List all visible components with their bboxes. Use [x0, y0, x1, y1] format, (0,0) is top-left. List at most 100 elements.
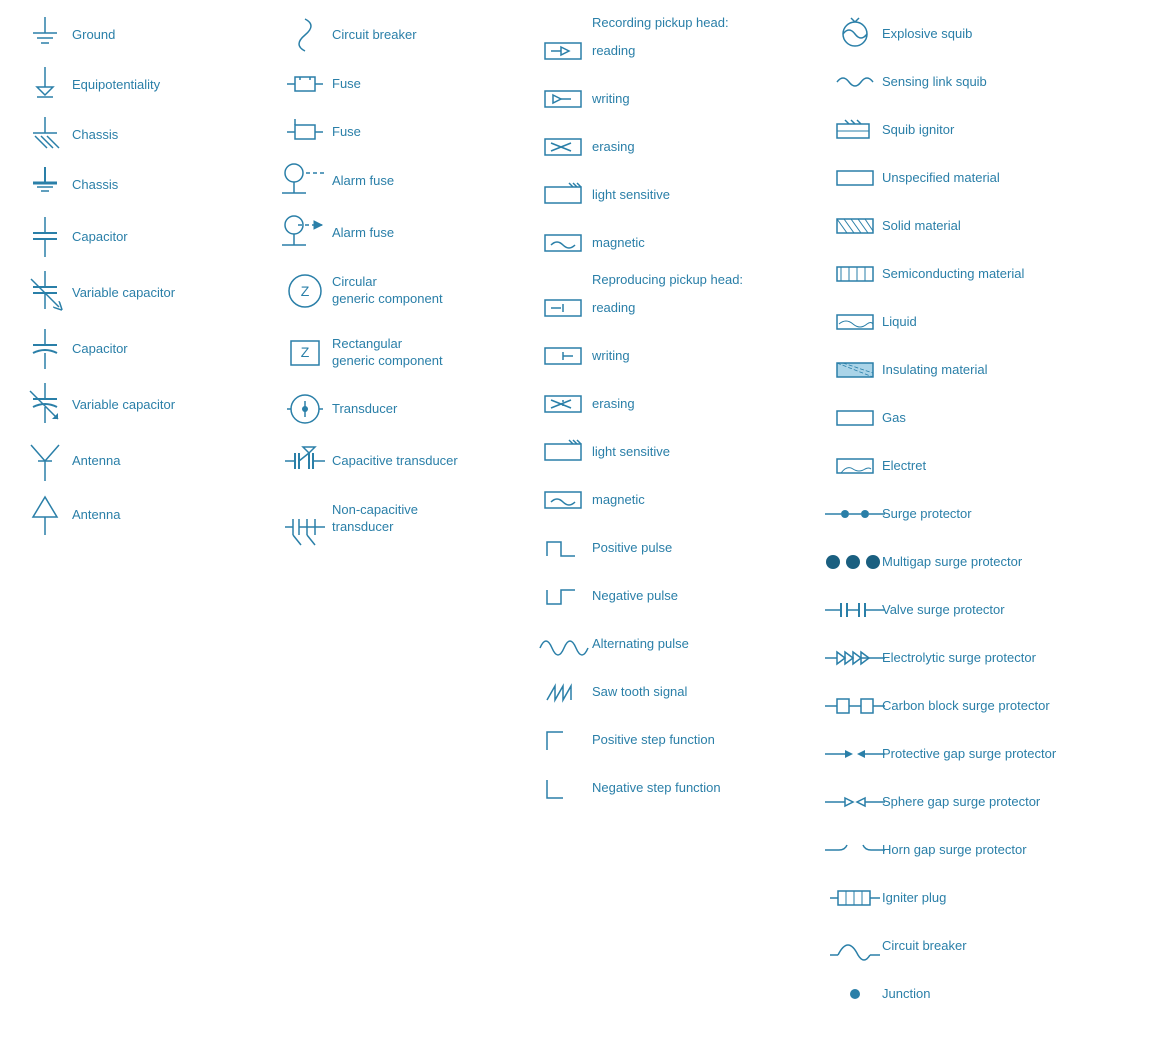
item-capacitor1: Capacitor [18, 215, 262, 259]
item-alarm-fuse1: Alarm fuse [278, 161, 522, 201]
col3: Recording pickup head: reading writing [530, 10, 820, 1028]
item-reproducing-reading: reading [538, 289, 812, 327]
item-fuse1: Fuse [278, 65, 522, 103]
symbol-gas [828, 407, 882, 429]
item-capacitor2: Capacitor [18, 327, 262, 371]
symbol-antenna1 [18, 439, 72, 483]
label-rectangular-generic: Rectangulargeneric component [332, 336, 522, 370]
symbol-chassis2 [18, 165, 72, 205]
item-alternating-pulse: Alternating pulse [538, 625, 812, 663]
item-semiconducting-material: Semiconducting material [828, 255, 1163, 293]
symbol-circuit-breaker2 [828, 931, 882, 961]
label-fuse2: Fuse [332, 124, 522, 141]
label-valve-surge: Valve surge protector [882, 602, 1163, 619]
item-surge-protector: Surge protector [828, 495, 1163, 533]
symbol-solid-material [828, 215, 882, 237]
item-ground: Ground [18, 15, 262, 55]
label-non-capacitive-transducer: Non-capacitivetransducer [332, 502, 522, 536]
symbol-electrolytic-surge [828, 647, 882, 669]
item-non-capacitive-transducer: Non-capacitivetransducer [278, 493, 522, 545]
label-recording-erasing: erasing [592, 139, 812, 156]
symbol-surge-protector [828, 504, 882, 524]
label-electret: Electret [882, 458, 1163, 475]
item-negative-pulse: Negative pulse [538, 577, 812, 615]
item-rectangular-generic: Z Rectangulargeneric component [278, 327, 522, 379]
item-igniter-plug: Igniter plug [828, 879, 1163, 917]
item-transducer: Transducer [278, 389, 522, 429]
label-alarm-fuse1: Alarm fuse [332, 173, 522, 190]
label-reproducing-magnetic: magnetic [592, 492, 812, 509]
symbol-positive-step [538, 724, 592, 756]
symbol-protective-gap-surge [828, 743, 882, 765]
label-solid-material: Solid material [882, 218, 1163, 235]
symbol-horn-gap-surge [828, 837, 882, 863]
symbol-insulating-material [828, 359, 882, 381]
col2: Circuit breaker Fuse [270, 10, 530, 1028]
label-alarm-fuse2: Alarm fuse [332, 225, 522, 242]
label-insulating-material: Insulating material [882, 362, 1163, 379]
label-recording-magnetic: magnetic [592, 235, 812, 252]
col4: Explosive squib Sensing link squib S [820, 10, 1163, 1028]
symbol-recording-erasing [538, 135, 592, 159]
label-antenna2: Antenna [72, 507, 262, 524]
label-positive-step: Positive step function [592, 732, 812, 749]
label-unspecified-material: Unspecified material [882, 170, 1163, 187]
item-unspecified-material: Unspecified material [828, 159, 1163, 197]
symbol-non-capacitive-transducer [278, 493, 332, 545]
item-gas: Gas [828, 399, 1163, 437]
item-positive-step: Positive step function [538, 721, 812, 759]
item-valve-surge: Valve surge protector [828, 591, 1163, 629]
symbol-reproducing-magnetic [538, 488, 592, 512]
label-recording-reading: reading [592, 43, 812, 60]
item-protective-gap-surge: Protective gap surge protector [828, 735, 1163, 773]
label-chassis2: Chassis [72, 177, 262, 194]
item-junction: Junction [828, 975, 1163, 1013]
label-ground: Ground [72, 27, 262, 44]
label-variable-capacitor2: Variable capacitor [72, 397, 262, 414]
label-explosive-squib: Explosive squib [882, 26, 1163, 43]
symbol-variable-capacitor1 [18, 269, 72, 317]
label-squib-ignitor: Squib ignitor [882, 122, 1163, 139]
label-liquid: Liquid [882, 314, 1163, 331]
item-fuse2: Fuse [278, 113, 522, 151]
symbol-multigap-surge [828, 552, 882, 572]
label-capacitor2: Capacitor [72, 341, 262, 358]
item-antenna1: Antenna [18, 439, 262, 483]
symbol-junction [828, 984, 882, 1004]
symbol-alarm-fuse1 [278, 161, 332, 201]
symbol-squib-ignitor [828, 116, 882, 144]
symbol-reproducing-reading [538, 296, 592, 320]
label-saw-tooth: Saw tooth signal [592, 684, 812, 701]
item-reproducing-light: light sensitive [538, 433, 812, 471]
label-equipotentiality: Equipotentiality [72, 77, 262, 94]
label-antenna1: Antenna [72, 453, 262, 470]
symbol-positive-pulse [538, 534, 592, 562]
label-sensing-link-squib: Sensing link squib [882, 74, 1163, 91]
symbol-fuse1 [278, 69, 332, 99]
label-fuse1: Fuse [332, 76, 522, 93]
item-electrolytic-surge: Electrolytic surge protector [828, 639, 1163, 677]
label-capacitive-transducer: Capacitive transducer [332, 453, 522, 470]
symbol-ground [18, 15, 72, 55]
label-reproducing-writing: writing [592, 348, 812, 365]
label-negative-step: Negative step function [592, 780, 812, 797]
item-circular-generic: Z Circulargeneric component [278, 265, 522, 317]
recording-header: Recording pickup head: [538, 15, 812, 30]
item-reproducing-magnetic: magnetic [538, 481, 812, 519]
symbol-chassis1 [18, 115, 72, 155]
item-reproducing-erasing: erasing [538, 385, 812, 423]
item-negative-step: Negative step function [538, 769, 812, 807]
item-antenna2: Antenna [18, 493, 262, 537]
label-carbon-block-surge: Carbon block surge protector [882, 698, 1163, 715]
label-negative-pulse: Negative pulse [592, 588, 812, 605]
svg-text:Z: Z [301, 283, 310, 299]
symbol-capacitive-transducer [278, 439, 332, 483]
item-sphere-gap-surge: Sphere gap surge protector [828, 783, 1163, 821]
symbol-electret [828, 455, 882, 477]
label-sphere-gap-surge: Sphere gap surge protector [882, 794, 1163, 811]
item-chassis1: Chassis [18, 115, 262, 155]
symbol-sphere-gap-surge [828, 791, 882, 813]
symbol-variable-capacitor2 [18, 381, 72, 429]
symbol-transducer [278, 389, 332, 429]
symbol-sensing-link-squib [828, 70, 882, 94]
